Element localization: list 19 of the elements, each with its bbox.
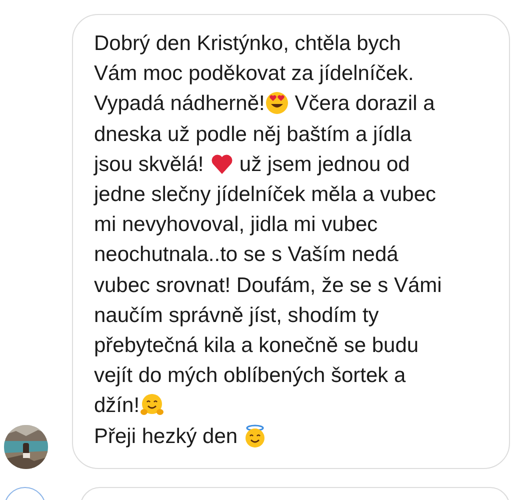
heart-eyes-emoji-icon: [264, 91, 289, 116]
message-text: Vypadá nádherně!: [94, 92, 265, 116]
message-text: Přeji hezký den: [94, 424, 239, 448]
hugging-emoji-icon: [140, 393, 164, 418]
message-text: neochutnala..to se s Vaším nedá: [94, 243, 398, 266]
halo-emoji-icon: [243, 424, 268, 448]
message-text: Vám moc poděkovat za jídelníček.: [94, 62, 414, 86]
message-text: jedne slečny jídelníček měla a vubec: [94, 183, 436, 206]
message-text: vubec srovnat! Doufám, že se s Vámi: [94, 274, 442, 297]
message-text: dneska už podle něj baštím a jídla: [94, 122, 412, 146]
message-text: vejít do mých oblíbených šortek a: [94, 364, 406, 388]
message-text: jsou skvělá!: [94, 152, 205, 176]
message-text: mi nevyhovoval, jidla mi vubec: [94, 213, 378, 236]
message-text: džín!: [94, 394, 140, 418]
message-text: přebytečná kila a konečně se budu: [94, 334, 419, 358]
message-text: už jsem jednou od: [238, 152, 410, 176]
message-text: Dobrý den Kristýnko, chtěla bych: [94, 32, 401, 55]
message-text: Včera dorazil a: [294, 92, 435, 116]
message-text: naučím správně jíst, shodím ty: [94, 304, 379, 327]
